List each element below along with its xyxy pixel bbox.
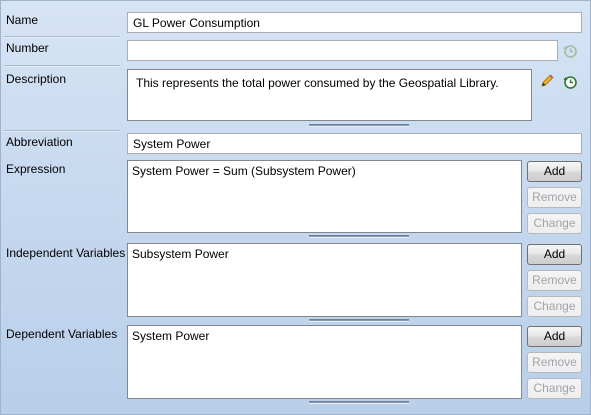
dependent-remove-button[interactable]: Remove (527, 352, 582, 373)
pencil-icon[interactable] (539, 73, 555, 89)
resize-grip[interactable] (309, 319, 409, 322)
history-icon[interactable] (562, 43, 578, 59)
resize-grip[interactable] (309, 235, 409, 238)
separator (4, 130, 120, 132)
properties-panel: Name GL Power Consumption Number Descrip… (0, 0, 591, 415)
independent-variables-list[interactable]: Subsystem Power (127, 243, 522, 317)
dependent-add-button[interactable]: Add (527, 326, 582, 347)
number-field[interactable] (127, 40, 558, 61)
name-label: Name (6, 13, 39, 27)
expression-add-button[interactable]: Add (527, 161, 582, 182)
description-label: Description (6, 72, 67, 86)
separator (4, 65, 120, 67)
expression-label: Expression (6, 162, 66, 176)
independent-add-button[interactable]: Add (527, 244, 582, 265)
resize-grip[interactable] (309, 401, 409, 404)
expression-remove-button[interactable]: Remove (527, 187, 582, 208)
independent-change-button[interactable]: Change (527, 296, 582, 317)
dependent-change-button[interactable]: Change (527, 378, 582, 399)
abbreviation-field[interactable]: System Power (127, 133, 582, 154)
independent-remove-button[interactable]: Remove (527, 270, 582, 291)
resize-grip[interactable] (309, 124, 409, 127)
expression-list[interactable]: System Power = Sum (Subsystem Power) (127, 160, 522, 233)
expression-change-button[interactable]: Change (527, 213, 582, 234)
separator (4, 36, 120, 38)
independent-variables-label: Independent Variables (6, 246, 126, 260)
name-field[interactable]: GL Power Consumption (127, 12, 582, 33)
dependent-variables-label: Dependent Variables (6, 327, 118, 341)
abbreviation-label: Abbreviation (6, 135, 73, 149)
description-field[interactable]: This represents the total power consumed… (127, 69, 532, 121)
history-icon[interactable] (562, 74, 578, 90)
number-label: Number (6, 41, 49, 55)
dependent-variables-list[interactable]: System Power (127, 325, 522, 399)
